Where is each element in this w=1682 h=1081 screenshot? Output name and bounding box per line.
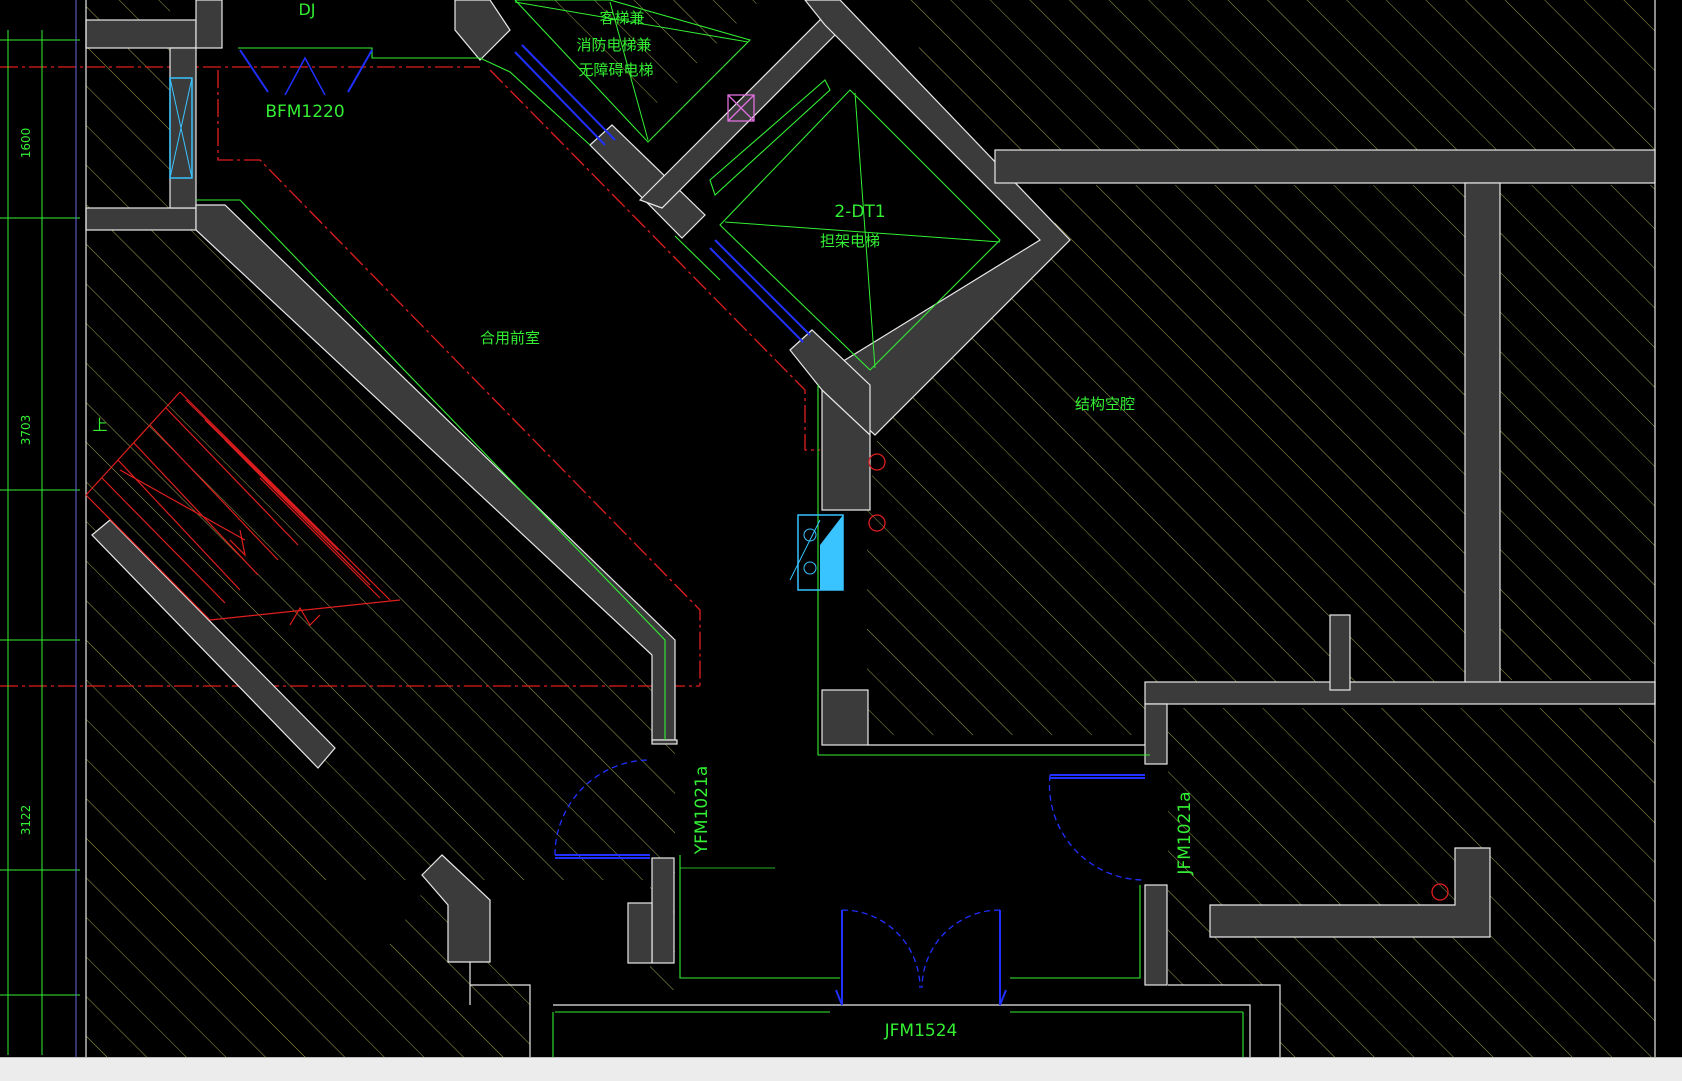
wall-door-pier-left-c [627,902,653,964]
stretcher-elevator-name: 担架电梯 [820,232,880,250]
shared-lobby-label: 合用前室 [480,329,540,347]
door-dj-label: DJ [298,0,315,19]
stretcher-elevator-code: 2-DT1 [834,202,885,222]
wall-elevator-upper [454,0,511,61]
door-bfm-lines [284,56,326,96]
wall-stub-right [1329,614,1351,691]
wall-door-pier-left-b [651,857,675,964]
elevator-fire-label: 消防电梯兼 [576,36,651,54]
fire-hydrant-cabinet-icon [789,514,844,591]
wall-door-pier-left [651,739,678,745]
cad-viewport[interactable]: 1600 3703 3122 DJ BFM1220 上 客梯兼 消防电梯兼 无障… [0,0,1682,1057]
dim-top: 1600 [19,128,33,159]
floor-plan-drawing: 1600 3703 3122 DJ BFM1220 上 客梯兼 消防电梯兼 无障… [0,0,1656,1057]
hatch-elevator-top [540,0,760,110]
wall-column-right [1464,182,1501,704]
dimension-texts: 1600 3703 3122 [19,128,33,836]
door-jfm1524-label: JFM1524 [884,1021,958,1041]
door-jfm-right-label: JFM1021a [1175,791,1195,875]
wall-beam-top [994,149,1656,184]
door-yfm-left-label: YFM1021a [692,766,712,856]
stair-up-label: 上 [92,416,107,434]
dim-bottom: 3122 [19,805,33,836]
hatch-structural-void [867,185,1465,735]
wall-beam-right-lower [1144,681,1656,705]
wall-door-pier-right [1144,884,1168,986]
hatch-right-column [1500,185,1655,680]
wall-central-lower [821,689,869,746]
hatch-upper-right [900,0,1655,150]
elevator-passenger-label: 客梯兼 [599,9,644,27]
elevator-accessible-label: 无障碍电梯 [578,61,653,79]
structural-void-label: 结构空腔 [1075,395,1135,413]
wall-top-left-b [85,207,197,231]
door-bfm1220-label: BFM1220 [265,102,344,122]
wall-top-left-a [85,19,197,49]
dim-middle: 3703 [19,415,33,446]
dimension-lines [0,0,80,1057]
wall-top-left-c [195,0,223,49]
status-bar [0,1057,1682,1081]
